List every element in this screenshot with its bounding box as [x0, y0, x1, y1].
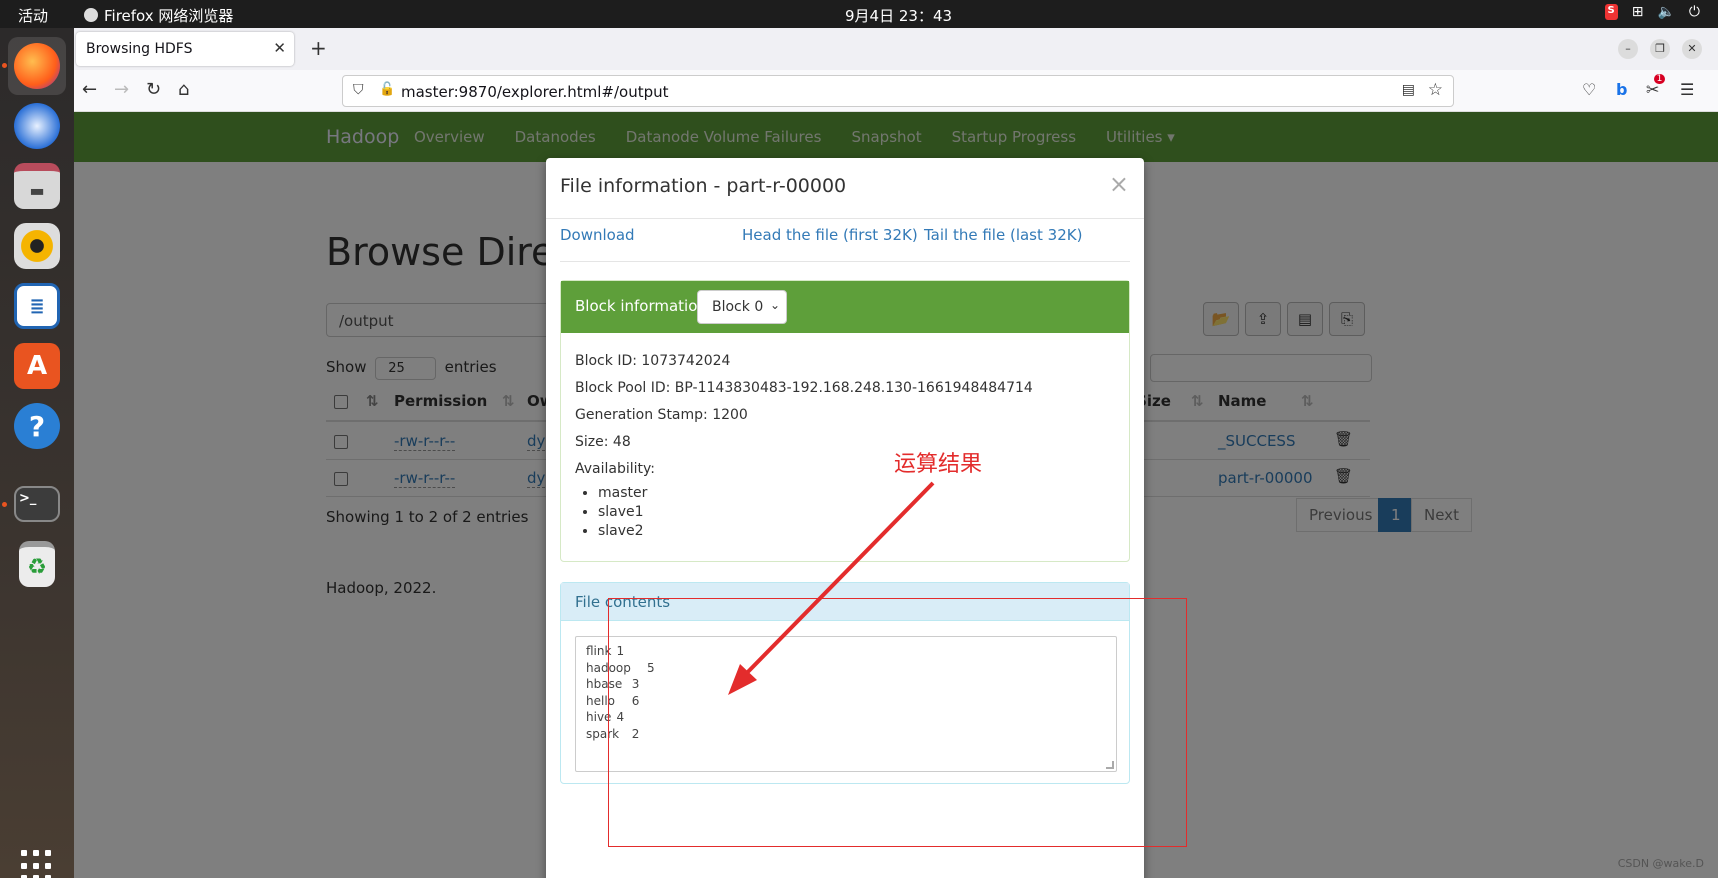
watermark: CSDN @wake.D [1617, 857, 1704, 870]
arrow-line [736, 481, 935, 684]
annotation-arrow [728, 481, 935, 695]
